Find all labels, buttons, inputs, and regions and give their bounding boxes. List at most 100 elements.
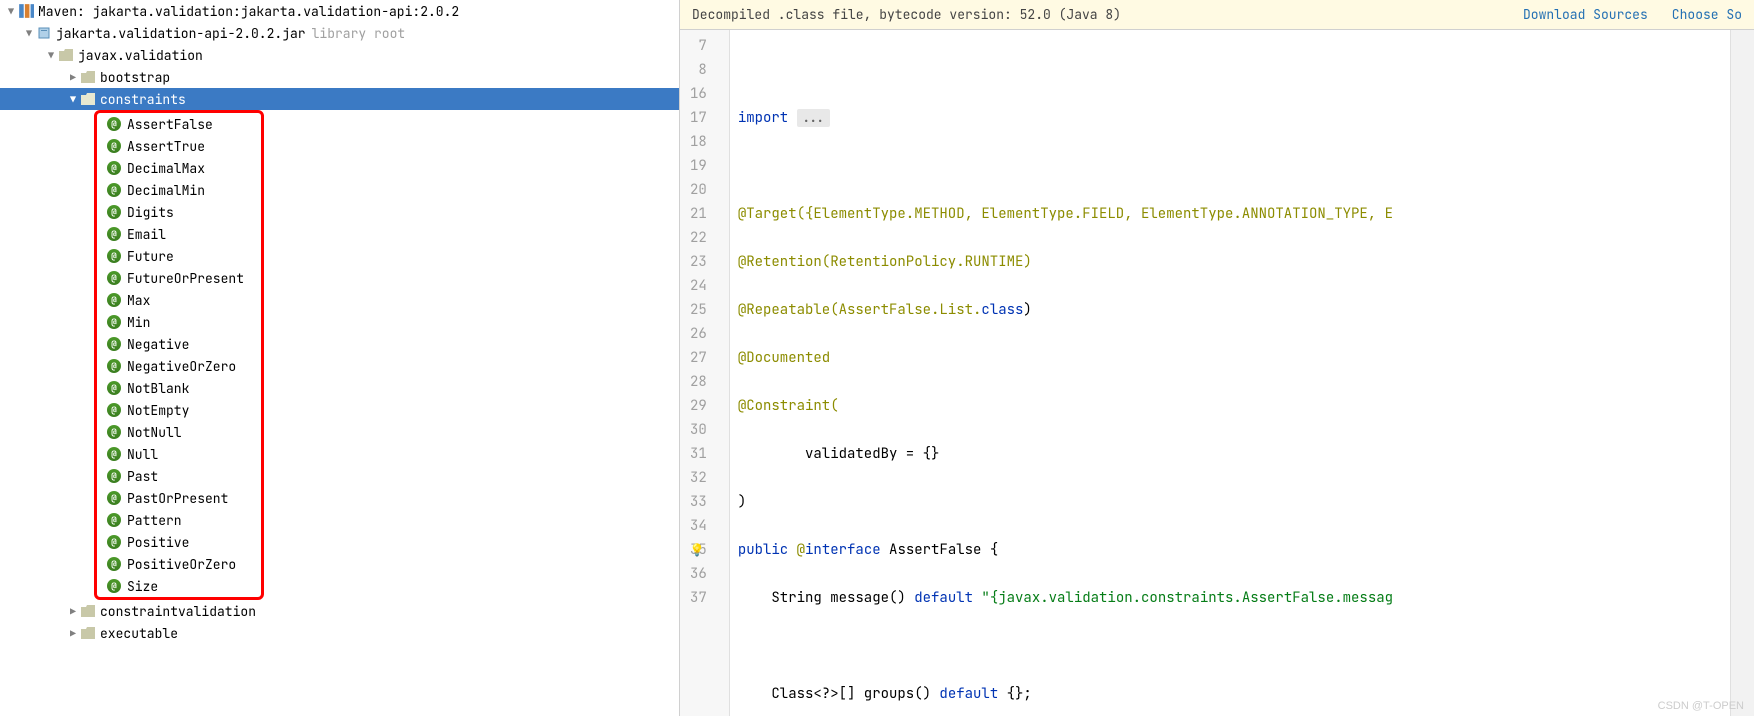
tree-node-jar[interactable]: ▼ jakarta.validation-api-2.0.2.jar libra… — [0, 22, 679, 44]
tree-label: Max — [127, 292, 150, 309]
tree-node-annotation-digits[interactable]: @Digits — [97, 201, 261, 223]
annotation-icon: @ — [107, 161, 121, 175]
tree-node-constraintvalidation[interactable]: ▶ constraintvalidation — [0, 600, 679, 622]
line-number: 7 — [690, 34, 707, 58]
intention-bulb-icon[interactable]: 💡 — [690, 538, 705, 562]
line-number: 22 — [690, 226, 707, 250]
tree-label: Pattern — [127, 512, 182, 529]
line-number: 23 — [690, 250, 707, 274]
annotation-icon: @ — [107, 205, 121, 219]
line-number: 32 — [690, 466, 707, 490]
folder-icon — [80, 603, 96, 619]
line-number: 24 — [690, 274, 707, 298]
tree-label: constraintvalidation — [100, 603, 256, 620]
tree-node-annotation-pastorpresent[interactable]: @ PastOrPresent — [97, 487, 261, 509]
folded-imports[interactable]: ... — [797, 109, 830, 127]
choose-sources-link[interactable]: Choose So — [1672, 6, 1742, 23]
tree-label: bootstrap — [100, 69, 170, 86]
annotation-icon: @ — [107, 535, 121, 549]
minimap-scrollbar[interactable] — [1730, 30, 1754, 716]
annotation-icon: @ — [107, 337, 121, 351]
expand-icon: ▶ — [66, 627, 80, 640]
expand-icon: ▶ — [66, 71, 80, 84]
tree-label: FutureOrPresent — [127, 270, 244, 287]
line-number: 35💡 — [690, 538, 707, 562]
tree-node-annotation-positiveorzero[interactable]: @PositiveOrZero — [97, 553, 261, 575]
annotation-icon: @ — [107, 117, 121, 131]
tree-node-annotation-max[interactable]: @Max — [97, 289, 261, 311]
line-number: 26 — [690, 322, 707, 346]
tree-node-annotation-negative[interactable]: @ Negative — [97, 333, 261, 355]
line-number: 8 — [690, 58, 707, 82]
tree-label: javax.validation — [78, 47, 203, 64]
tree-label: NegativeOrZero — [127, 358, 236, 375]
download-sources-link[interactable]: Download Sources — [1523, 6, 1648, 23]
folder-icon — [80, 69, 96, 85]
tree-node-maven-root[interactable]: ▼ Maven: jakarta.validation:jakarta.vali… — [0, 0, 679, 22]
tree-node-annotation-pattern[interactable]: @Pattern — [97, 509, 261, 531]
tree-node-executable[interactable]: ▶ executable — [0, 622, 679, 644]
annotation-icon: @ — [107, 579, 121, 593]
annotation-icon: @ — [107, 491, 121, 505]
tree-node-annotation-positive[interactable]: @ Positive — [97, 531, 261, 553]
watermark-text: CSDN @T-OPEN — [1658, 700, 1744, 712]
folder-icon — [80, 625, 96, 641]
tree-node-annotation-notempty[interactable]: @NotEmpty — [97, 399, 261, 421]
jar-icon — [36, 25, 52, 41]
tree-node-annotation-futureorpresent[interactable]: @FutureOrPresent — [97, 267, 261, 289]
tree-node-constraints[interactable]: ▼ constraints — [0, 88, 679, 110]
tree-node-annotation-negativeorzero[interactable]: @NegativeOrZero — [97, 355, 261, 377]
tree-node-annotation-decimalmin[interactable]: @ DecimalMin — [97, 179, 261, 201]
line-number: 25 — [690, 298, 707, 322]
annotation-icon: @ — [107, 557, 121, 571]
highlighted-annotation-group: @AssertFalse@AssertTrue@DecimalMax@Decim… — [94, 110, 264, 600]
tree-label: DecimalMin — [127, 182, 205, 199]
collapse-icon: ▼ — [44, 49, 58, 62]
tree-label: constraints — [100, 91, 186, 108]
tree-node-annotation-min[interactable]: @Min — [97, 311, 261, 333]
tree-node-package[interactable]: ▼ javax.validation — [0, 44, 679, 66]
tree-label: Past — [127, 468, 158, 485]
tree-label: PastOrPresent — [127, 490, 228, 507]
tree-node-annotation-email[interactable]: @ Email — [97, 223, 261, 245]
annotation-icon: @ — [107, 139, 121, 153]
tree-node-annotation-decimalmax[interactable]: @DecimalMax — [97, 157, 261, 179]
tree-label: Negative — [127, 336, 189, 353]
collapse-icon: ▼ — [22, 27, 36, 40]
tree-label: Future — [127, 248, 174, 265]
tree-node-annotation-asserttrue[interactable]: @ AssertTrue — [97, 135, 261, 157]
tree-node-annotation-null[interactable]: @Null — [97, 443, 261, 465]
tree-node-annotation-size[interactable]: @ Size — [97, 575, 261, 597]
code-editor[interactable]: 7816171819202122232425262728293031323334… — [680, 30, 1754, 716]
code-content[interactable]: import ... @Target({ElementType.METHOD, … — [730, 30, 1730, 716]
tree-label: Email — [127, 226, 166, 243]
annotation-icon: @ — [107, 403, 121, 417]
line-number: 16 — [690, 82, 707, 106]
annotation-icon: @ — [107, 469, 121, 483]
tree-node-bootstrap[interactable]: ▶ bootstrap — [0, 66, 679, 88]
tree-label: Null — [127, 446, 158, 463]
tree-node-annotation-assertfalse[interactable]: @ AssertFalse — [97, 113, 261, 135]
collapse-icon: ▼ — [66, 93, 80, 106]
line-number: 37 — [690, 586, 707, 610]
tree-node-annotation-notnull[interactable]: @NotNull — [97, 421, 261, 443]
collapse-icon: ▼ — [4, 5, 18, 18]
tree-label: NotBlank — [127, 380, 189, 397]
tree-node-annotation-notblank[interactable]: @NotBlank — [97, 377, 261, 399]
tree-label: Size — [127, 578, 158, 595]
tree-label: Maven: jakarta.validation:jakarta.valida… — [38, 3, 459, 20]
line-number: 21 — [690, 202, 707, 226]
annotation-icon: @ — [107, 227, 121, 241]
maven-icon — [18, 3, 34, 19]
tree-label: AssertFalse — [127, 116, 213, 133]
annotation-icon: @ — [107, 183, 121, 197]
decompiled-status-bar: Decompiled .class file, bytecode version… — [680, 0, 1754, 30]
annotation-icon: @ — [107, 425, 121, 439]
line-number: 34 — [690, 514, 707, 538]
tree-label: Positive — [127, 534, 189, 551]
tree-label: AssertTrue — [127, 138, 205, 155]
project-tree-panel: ▼ Maven: jakarta.validation:jakarta.vali… — [0, 0, 680, 716]
annotation-icon: @ — [107, 315, 121, 329]
tree-node-annotation-past[interactable]: @ Past — [97, 465, 261, 487]
tree-node-annotation-future[interactable]: @Future — [97, 245, 261, 267]
